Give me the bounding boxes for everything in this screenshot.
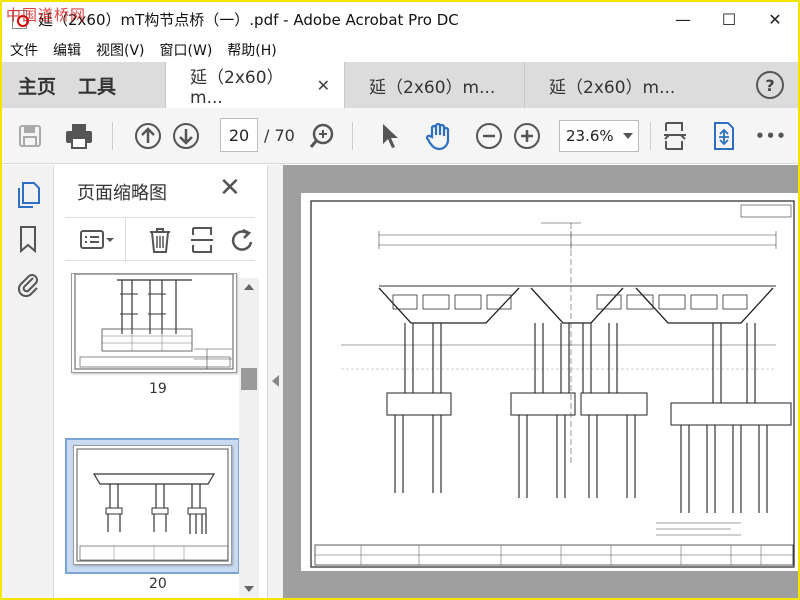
toolbar: ••• bbox=[2, 108, 798, 164]
thumbnail-scrollbar[interactable] bbox=[239, 278, 259, 598]
page-expand-icon bbox=[714, 122, 734, 150]
delete-pages-button[interactable] bbox=[147, 226, 173, 254]
menu-file[interactable]: 文件 bbox=[10, 40, 38, 60]
hand-icon bbox=[425, 122, 450, 151]
menu-help[interactable]: 帮助(H) bbox=[227, 40, 276, 60]
chevron-down-icon bbox=[623, 133, 633, 139]
more-tools-button[interactable]: ••• bbox=[754, 120, 788, 152]
save-button[interactable] bbox=[14, 120, 46, 152]
page-thumbnails-toggle[interactable] bbox=[15, 181, 41, 209]
fit-page-icon bbox=[664, 122, 686, 150]
magnifier-icon bbox=[309, 123, 334, 148]
tab-document-2-label: 延（2x60）m... bbox=[369, 77, 496, 98]
insert-page-icon bbox=[191, 227, 213, 253]
thumbnail-page-20[interactable] bbox=[73, 445, 232, 565]
pane-collapse-handle[interactable] bbox=[267, 165, 283, 598]
zoom-out-button[interactable] bbox=[474, 120, 504, 152]
plus-circle-icon bbox=[514, 123, 540, 149]
page-20-preview bbox=[76, 448, 229, 562]
app-window: 延（2x60）mT构节点桥（一）.pdf - Adobe Acrobat Pro… bbox=[0, 0, 800, 600]
menu-view[interactable]: 视图(V) bbox=[96, 40, 145, 60]
scrolling-mode-button[interactable] bbox=[708, 120, 740, 152]
minus-circle-icon bbox=[476, 123, 502, 149]
previous-page-button[interactable] bbox=[132, 120, 164, 152]
thumbnail-list[interactable]: 19 20 bbox=[55, 273, 267, 598]
scrollbar-thumb[interactable] bbox=[241, 368, 257, 390]
tab-document-3-label: 延（2x60）m... bbox=[549, 77, 676, 98]
page-19-preview bbox=[74, 273, 234, 370]
panel-close-button[interactable]: ✕ bbox=[219, 173, 241, 203]
bookmarks-toggle[interactable] bbox=[15, 225, 41, 254]
minimize-button[interactable]: — bbox=[660, 2, 706, 36]
scroll-down-icon[interactable] bbox=[244, 586, 254, 592]
zoom-search-button[interactable] bbox=[306, 120, 338, 152]
bookmark-icon bbox=[20, 226, 36, 254]
page-thumbnails-panel: 页面缩略图 ✕ 19 20 bbox=[55, 165, 267, 598]
help-button[interactable]: ? bbox=[756, 71, 784, 99]
tab-document-1-label: 延（2x60）m... bbox=[190, 67, 284, 108]
toolbar-separator bbox=[112, 122, 113, 150]
toolbar-separator bbox=[650, 122, 651, 150]
pdf-page bbox=[301, 193, 798, 571]
tab-home[interactable]: 主页 bbox=[2, 62, 67, 108]
panel-title: 页面缩略图 bbox=[77, 183, 167, 204]
thumbnail-page-19-label: 19 bbox=[149, 381, 167, 397]
thumbnail-page-19[interactable] bbox=[71, 273, 237, 373]
thumbnail-page-20-label: 20 bbox=[149, 576, 167, 592]
select-tool-button[interactable] bbox=[376, 120, 404, 152]
tab-tools[interactable]: 工具 bbox=[67, 62, 165, 108]
save-icon bbox=[19, 125, 41, 147]
tab-document-2[interactable]: 延（2x60）m... bbox=[344, 62, 524, 108]
panel-toolbar-separator bbox=[125, 218, 126, 262]
rotate-icon bbox=[231, 228, 253, 251]
print-button[interactable] bbox=[62, 120, 96, 152]
menu-bar: 文件 编辑 视图(V) 窗口(W) 帮助(H) bbox=[2, 38, 798, 62]
toolbar-separator bbox=[352, 122, 353, 150]
thumbnail-options-button[interactable] bbox=[79, 228, 117, 252]
cursor-arrow-icon bbox=[383, 124, 398, 148]
insert-page-button[interactable] bbox=[189, 226, 215, 254]
restore-button[interactable]: ☐ bbox=[706, 2, 752, 36]
fit-page-button[interactable] bbox=[660, 120, 690, 152]
navigation-pane-strip bbox=[2, 165, 54, 598]
rotate-page-button[interactable] bbox=[229, 226, 255, 254]
next-page-button[interactable] bbox=[170, 120, 202, 152]
menu-window[interactable]: 窗口(W) bbox=[160, 40, 213, 60]
arrow-up-circle-icon bbox=[135, 123, 161, 149]
page-number-input[interactable]: 20 bbox=[220, 118, 258, 152]
trash-icon bbox=[150, 228, 170, 253]
menu-edit[interactable]: 编辑 bbox=[53, 40, 81, 60]
window-title: 延（2x60）mT构节点桥（一）.pdf - Adobe Acrobat Pro… bbox=[38, 10, 459, 29]
attachments-toggle[interactable] bbox=[15, 269, 41, 298]
zoom-in-button[interactable] bbox=[512, 120, 542, 152]
tab-close-icon[interactable]: ✕ bbox=[317, 76, 330, 95]
page-thumbnails-icon bbox=[18, 182, 40, 208]
close-window-button[interactable]: ✕ bbox=[752, 2, 798, 36]
options-menu-icon bbox=[80, 230, 114, 249]
title-bar: 延（2x60）mT构节点桥（一）.pdf - Adobe Acrobat Pro… bbox=[2, 2, 798, 36]
scroll-up-icon[interactable] bbox=[244, 284, 254, 290]
printer-icon bbox=[66, 124, 92, 149]
watermark: 中国道桥网 bbox=[6, 6, 87, 24]
paperclip-icon bbox=[17, 274, 38, 298]
window-controls: — ☐ ✕ bbox=[660, 2, 798, 36]
tab-document-1[interactable]: 延（2x60）m... ✕ bbox=[165, 62, 345, 108]
page-total: / 70 bbox=[264, 126, 295, 145]
arrow-down-circle-icon bbox=[173, 123, 199, 149]
zoom-level-value: 23.6% bbox=[566, 127, 614, 145]
tab-bar: 主页 工具 延（2x60）m... ✕ 延（2x60）m... 延（2x60）m… bbox=[2, 62, 798, 108]
bridge-drawing bbox=[310, 200, 795, 568]
zoom-level-dropdown[interactable]: 23.6% bbox=[559, 120, 639, 152]
tab-document-3[interactable]: 延（2x60）m... bbox=[524, 62, 704, 108]
panel-toolbar bbox=[65, 217, 255, 262]
collapse-left-icon bbox=[272, 375, 279, 387]
hand-tool-button[interactable] bbox=[422, 120, 456, 152]
document-view[interactable] bbox=[283, 165, 798, 598]
